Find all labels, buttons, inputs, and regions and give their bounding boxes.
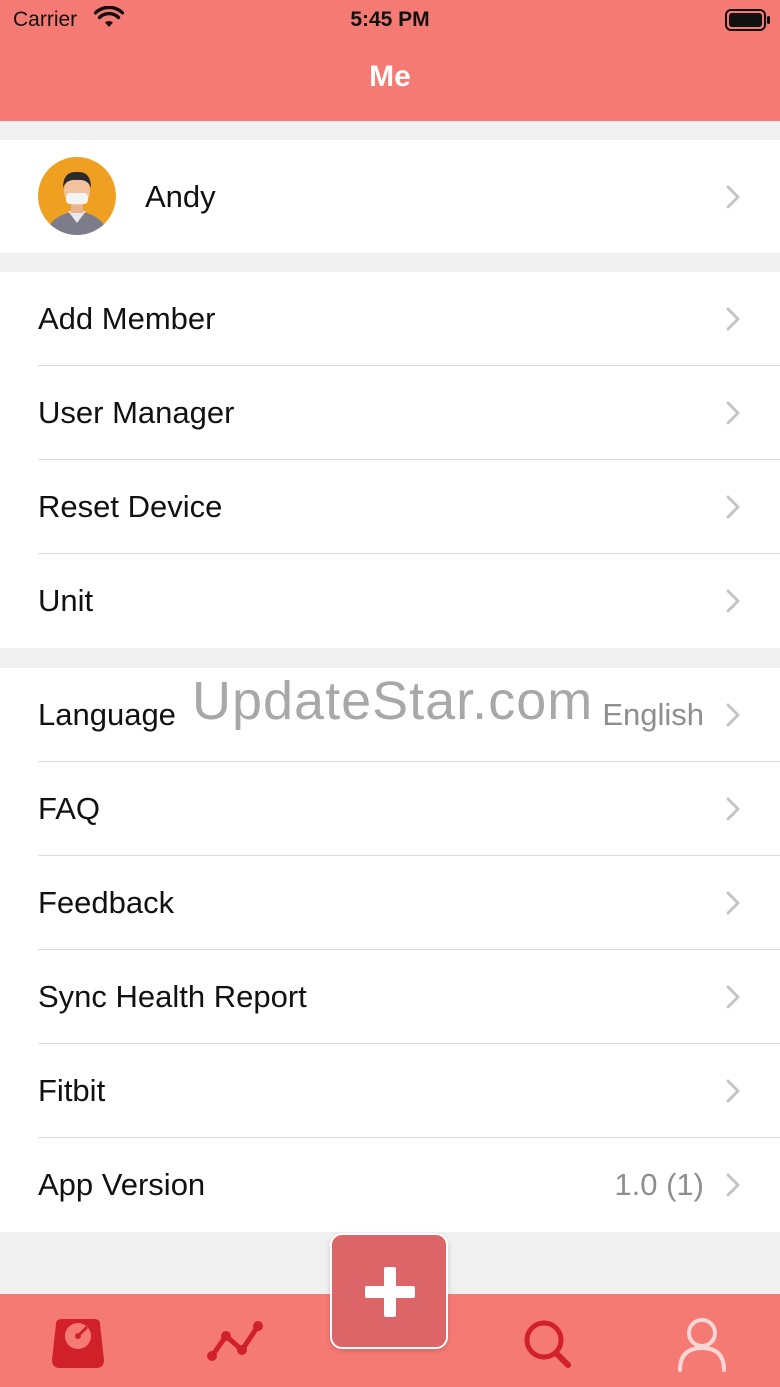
chevron-right-icon (726, 1079, 740, 1108)
menu-item-sync-health-report[interactable]: Sync Health Report (0, 950, 780, 1044)
menu-item-label: App Version (38, 1167, 206, 1202)
profile-icon[interactable] (672, 1316, 732, 1372)
settings-section-account: Add Member User Manager Reset Device Uni… (0, 272, 780, 648)
chevron-right-icon (726, 495, 740, 524)
chevron-right-icon (726, 797, 740, 826)
menu-item-label: Sync Health Report (38, 979, 307, 1014)
page-title: Me (369, 60, 411, 93)
app-version-value: 1.0 (1) (614, 1167, 704, 1202)
menu-item-reset-device[interactable]: Reset Device (0, 460, 780, 554)
profile-row[interactable]: Andy (0, 140, 780, 253)
menu-item-user-manager[interactable]: User Manager (0, 366, 780, 460)
menu-item-label: Language (38, 697, 176, 732)
menu-item-label: Unit (38, 583, 94, 618)
trend-chart-icon[interactable] (204, 1316, 264, 1372)
chevron-right-icon (726, 307, 740, 336)
menu-item-label: Add Member (38, 301, 216, 336)
add-button[interactable] (330, 1233, 448, 1349)
menu-item-label: FAQ (38, 791, 101, 826)
chevron-right-icon (726, 401, 740, 430)
language-value: English (602, 697, 704, 732)
battery-icon (725, 9, 771, 37)
add-icon (365, 1267, 415, 1322)
search-icon[interactable] (518, 1316, 578, 1372)
profile-name: Andy (145, 178, 216, 214)
settings-section-general: Language English FAQ Feedback Sync Healt… (0, 668, 780, 1232)
menu-item-app-version[interactable]: App Version 1.0 (1) (0, 1138, 780, 1232)
menu-item-label: Fitbit (38, 1073, 106, 1108)
chevron-right-icon (726, 1173, 740, 1202)
menu-item-label: Feedback (38, 885, 175, 920)
chevron-right-icon (726, 703, 740, 732)
user-avatar-icon (38, 157, 116, 235)
menu-item-label: Reset Device (38, 489, 223, 524)
chevron-right-icon (726, 891, 740, 920)
clock: 5:45 PM (350, 8, 430, 31)
profile-section: Andy (0, 140, 780, 253)
chevron-right-icon (726, 185, 740, 214)
menu-item-add-member[interactable]: Add Member (0, 272, 780, 366)
status-bar: Carrier 5:45 PM (0, 0, 780, 42)
scale-icon[interactable] (48, 1316, 108, 1372)
chevron-right-icon (726, 985, 740, 1014)
menu-item-faq[interactable]: FAQ (0, 762, 780, 856)
menu-item-label: User Manager (38, 395, 235, 430)
menu-item-feedback[interactable]: Feedback (0, 856, 780, 950)
menu-item-fitbit[interactable]: Fitbit (0, 1044, 780, 1138)
menu-item-unit[interactable]: Unit (0, 554, 780, 648)
chevron-right-icon (726, 589, 740, 618)
navigation-header: Carrier 5:45 PM Me (0, 0, 780, 121)
watermark-text: UpdateStar.com (192, 671, 594, 731)
